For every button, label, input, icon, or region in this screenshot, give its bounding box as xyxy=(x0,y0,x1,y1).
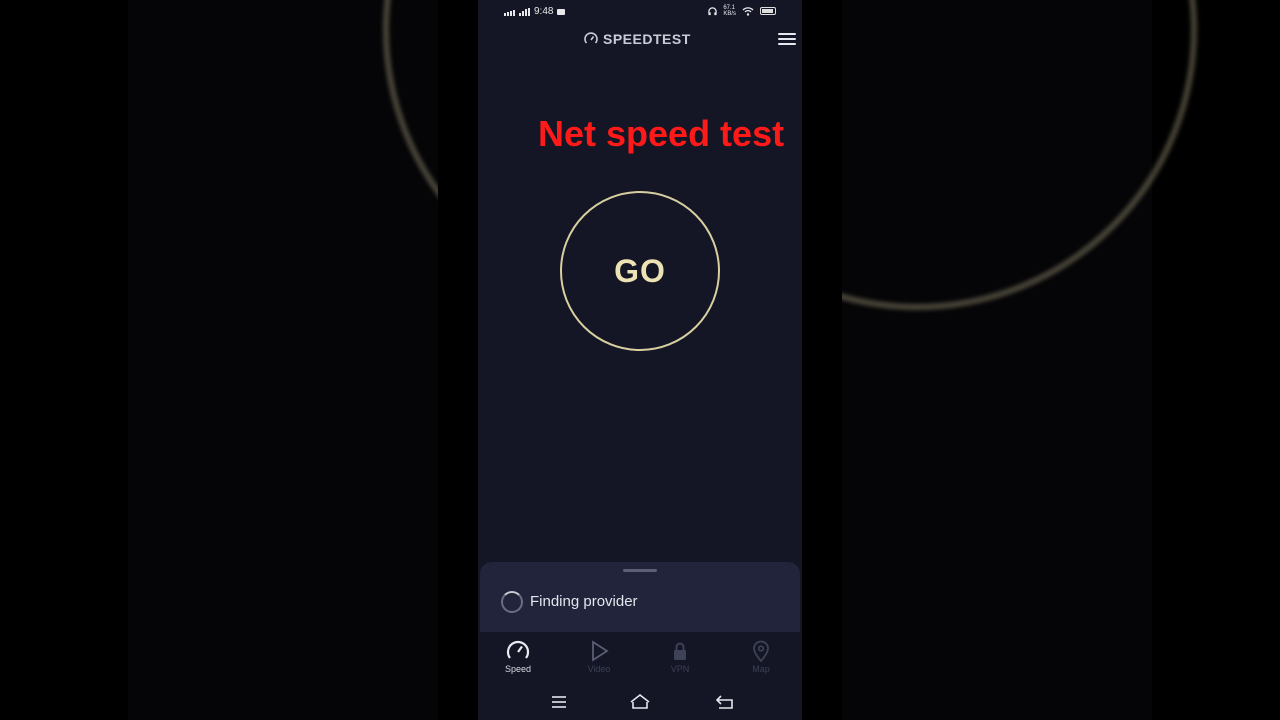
blurred-background-right xyxy=(637,0,1197,720)
blurred-background-left xyxy=(128,0,943,720)
status-bar: 9:48 67.1 KB/s xyxy=(478,0,802,24)
lock-icon xyxy=(674,642,686,660)
back-icon[interactable] xyxy=(713,692,737,712)
play-icon xyxy=(592,640,609,662)
map-pin-icon xyxy=(753,640,769,662)
signal-icon xyxy=(504,8,515,16)
speedometer-icon xyxy=(506,640,530,659)
go-label: GO xyxy=(614,252,666,289)
recent-apps-icon[interactable] xyxy=(547,692,571,712)
phone-screen: 9:48 67.1 KB/s SPEEDTEST Net speed test … xyxy=(478,0,802,720)
tab-video[interactable]: Video xyxy=(569,638,629,682)
bottom-tab-bar: Speed Video VPN Map xyxy=(478,632,802,684)
wifi-icon xyxy=(742,6,754,16)
tab-map[interactable]: Map xyxy=(731,638,791,682)
brand-name: SPEEDTEST xyxy=(603,31,691,47)
menu-icon[interactable] xyxy=(778,30,796,46)
app-header: SPEEDTEST xyxy=(478,28,802,52)
go-button[interactable]: GO xyxy=(560,191,720,351)
headphones-icon xyxy=(708,6,718,15)
provider-status: Finding provider xyxy=(530,593,638,610)
video-icon xyxy=(557,8,566,15)
signal-icon xyxy=(519,7,530,16)
loading-spinner-icon xyxy=(501,591,523,613)
status-time: 9:48 xyxy=(534,6,554,17)
tab-vpn[interactable]: VPN xyxy=(650,638,710,682)
system-nav-bar xyxy=(478,684,802,720)
overlay-title: Net speed test xyxy=(538,113,785,154)
provider-sheet[interactable]: Finding provider xyxy=(480,562,800,632)
battery-icon xyxy=(760,7,776,15)
network-speed: 67.1 KB/s xyxy=(723,5,736,17)
home-icon[interactable] xyxy=(628,692,652,712)
speedometer-icon xyxy=(584,32,598,44)
tab-speed[interactable]: Speed xyxy=(488,638,548,682)
sheet-handle[interactable] xyxy=(623,569,657,572)
brand-logo: SPEEDTEST xyxy=(584,31,691,47)
